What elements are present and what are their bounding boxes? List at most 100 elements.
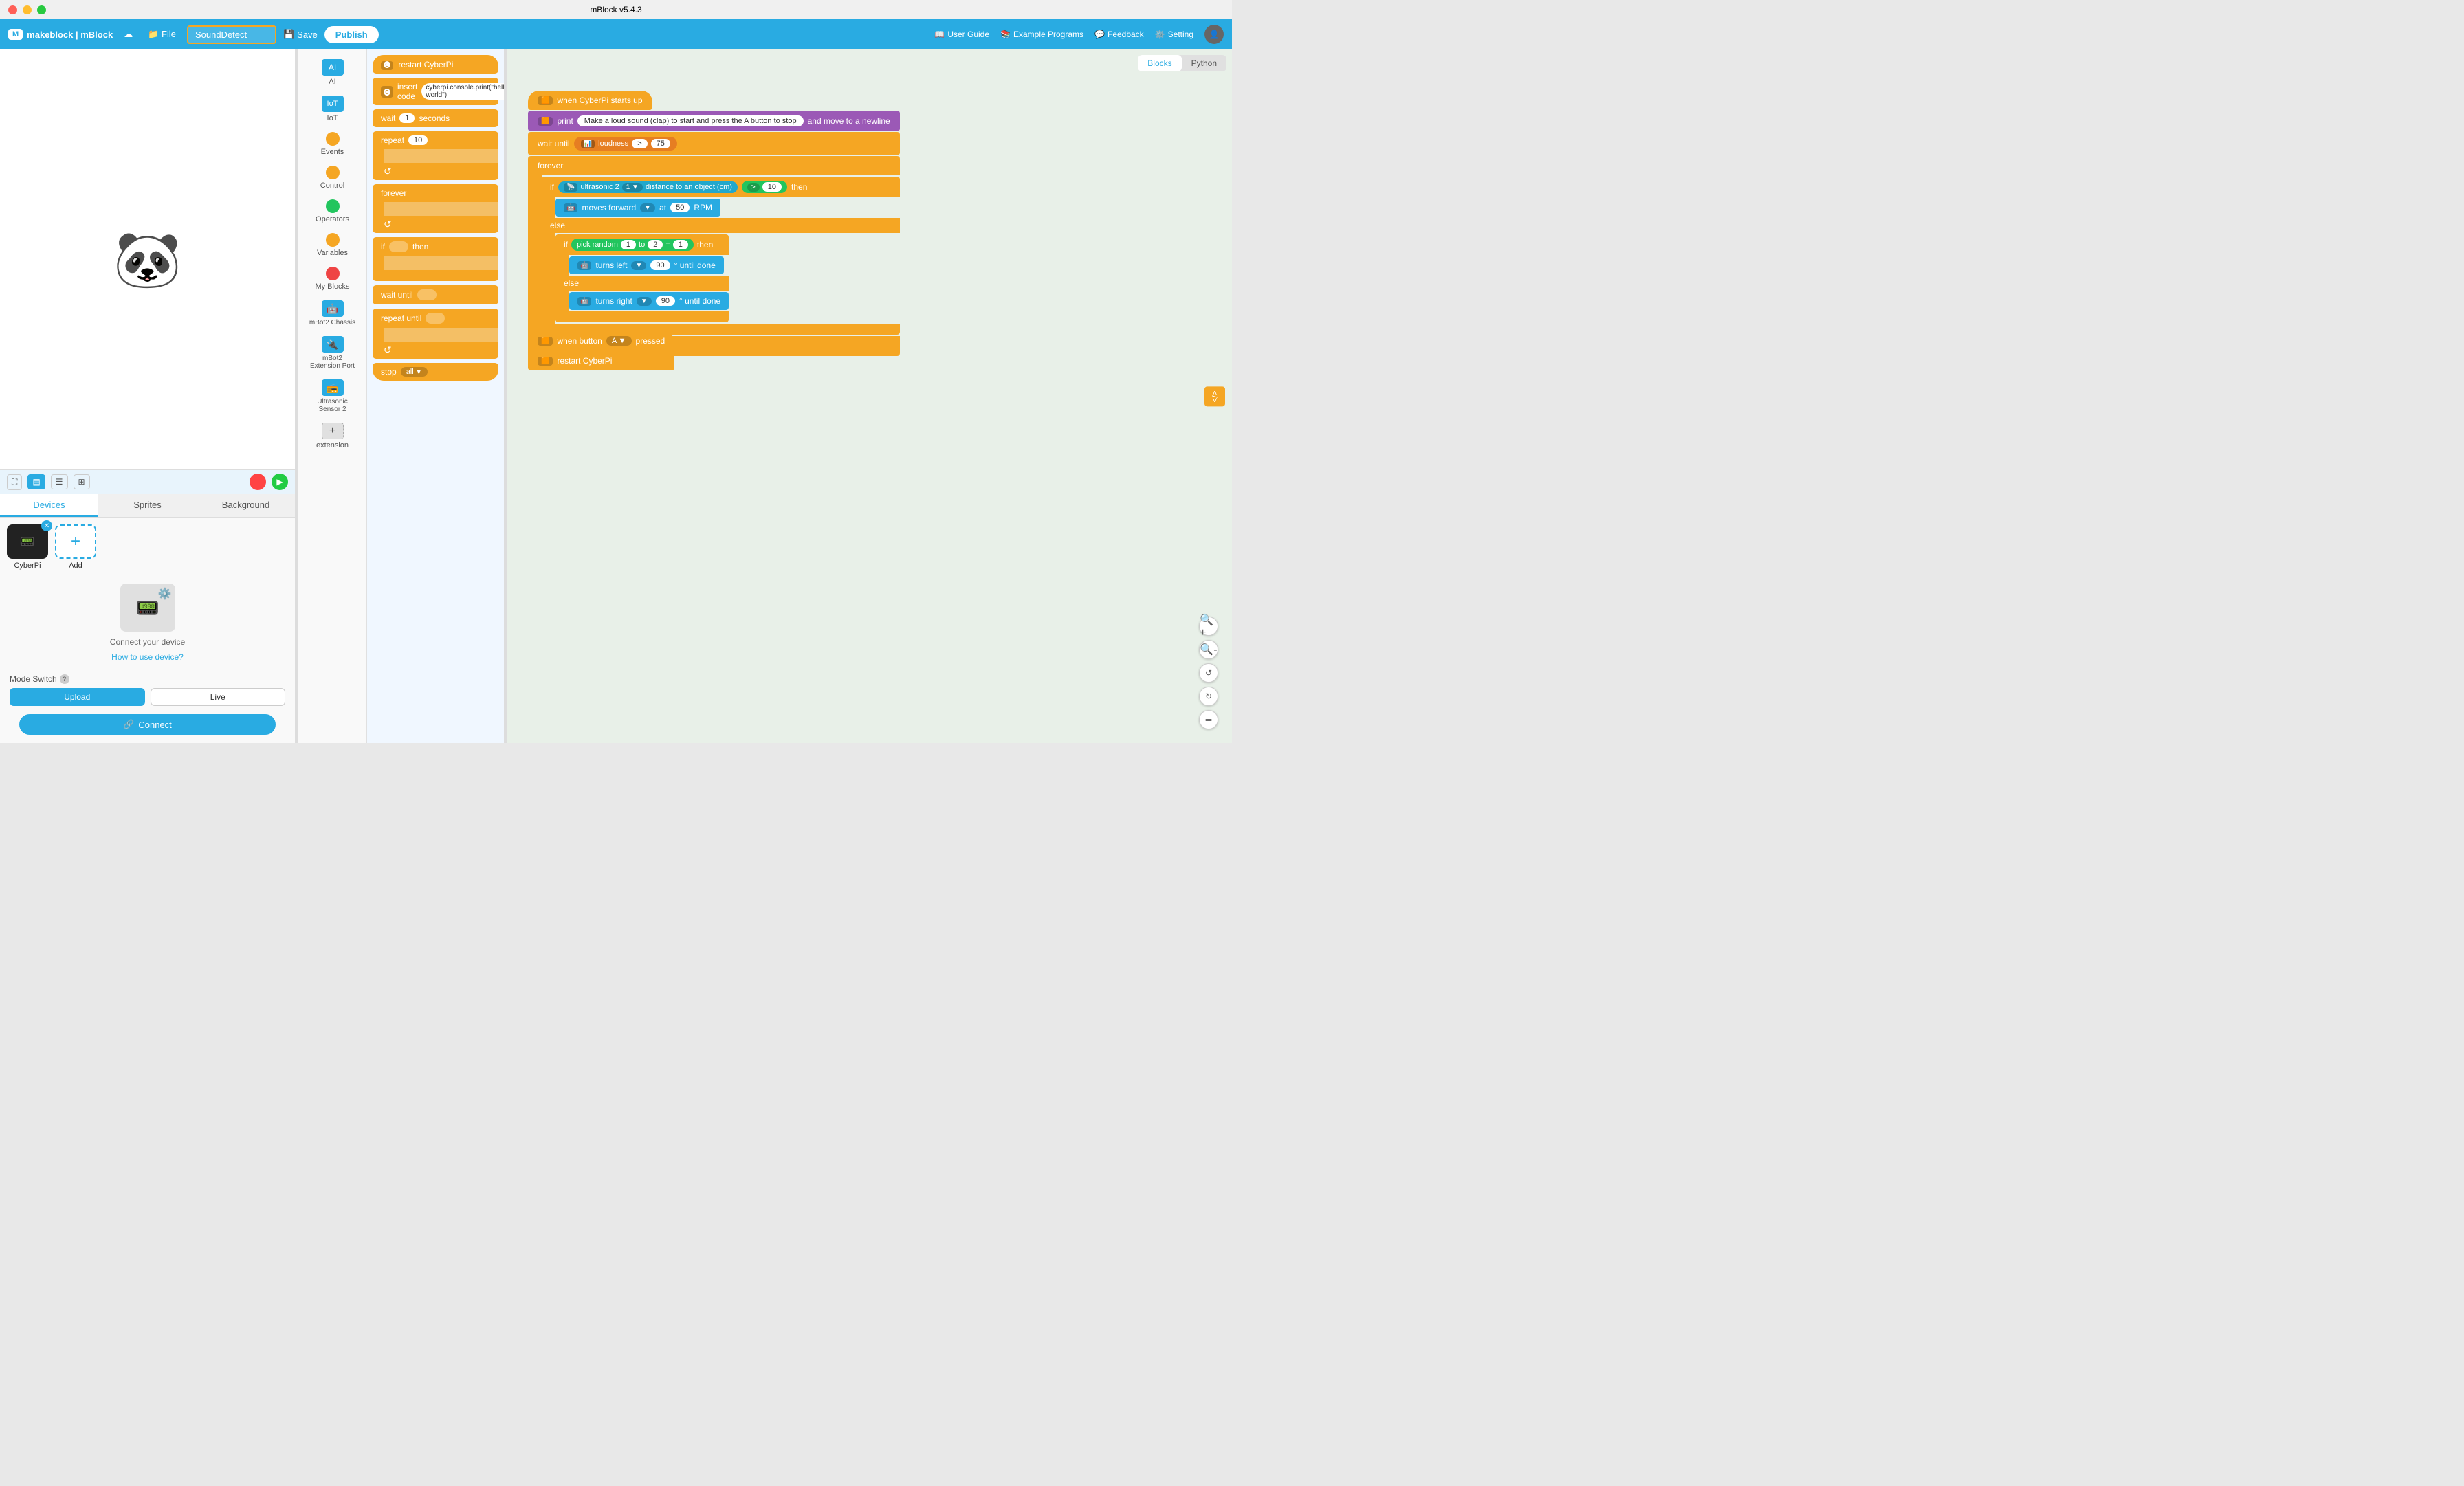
block-turns-right[interactable]: 🤖 turns right ▼ 90 ° until done xyxy=(569,292,729,310)
block-insert-code[interactable]: 🅒 insert code cyberpi.console.print("hel… xyxy=(373,78,498,105)
header-right: 📖 User Guide 📚 Example Programs 💬 Feedba… xyxy=(934,25,1224,44)
cyberpi-device-card: ✕ 📟 CyberPi xyxy=(7,524,48,570)
header: M makeblock | mBlock ☁ 📁 File 💾 Save Pub… xyxy=(0,19,1232,49)
category-mbot2ext[interactable]: 🔌 mBot2 Extension Port xyxy=(302,332,363,374)
tab-devices[interactable]: Devices xyxy=(0,494,98,517)
panda-sprite: 🐼 xyxy=(113,228,182,292)
block-repeat-until[interactable]: repeat until ↺ xyxy=(373,309,498,359)
block-wait-until-loudness[interactable]: wait until 📊 loudness > 75 xyxy=(528,132,900,155)
mode-switch: Mode Switch ? Upload Live xyxy=(0,669,295,711)
block-stop-all[interactable]: stop all ▼ xyxy=(373,363,498,381)
feedback-button[interactable]: 💬 Feedback xyxy=(1094,30,1144,39)
undo-button[interactable]: ↺ xyxy=(1199,663,1218,683)
zoom-controls: 🔍+ 🔍- ↺ ↻ ═ xyxy=(1199,617,1218,729)
grid-view-button[interactable]: ▤ xyxy=(28,474,45,489)
category-myblocks[interactable]: My Blocks xyxy=(302,263,363,295)
setting-button[interactable]: ⚙️ Setting xyxy=(1155,30,1194,39)
stage-panel: 🐼 ⛶ ▤ ☰ ⊞ ▶ Devices Sprites Background ✕… xyxy=(0,49,296,743)
main-layout: 🐼 ⛶ ▤ ☰ ⊞ ▶ Devices Sprites Background ✕… xyxy=(0,49,1232,743)
traffic-lights xyxy=(8,5,46,14)
block-forever-main[interactable]: forever if 📡 ultrasonic 2 xyxy=(528,156,900,356)
remove-device-button[interactable]: ✕ xyxy=(41,520,52,531)
block-when-cyberpi-starts[interactable]: 🟧 when CyberPi starts up xyxy=(528,91,652,110)
fullscreen-button[interactable]: ⛶ xyxy=(7,474,22,490)
stop-button[interactable] xyxy=(250,474,266,490)
add-device-card: + Add xyxy=(55,524,96,570)
add-label: Add xyxy=(69,562,82,570)
category-variables[interactable]: Variables xyxy=(302,229,363,261)
connect-device-label: Connect your device xyxy=(110,637,185,647)
fit-button[interactable]: ═ xyxy=(1199,710,1218,729)
block-restart-cyberpi-2[interactable]: 🟧 restart CyberPi xyxy=(528,351,674,370)
live-mode-button[interactable]: Live xyxy=(151,688,286,706)
brand: M makeblock | mBlock xyxy=(8,29,113,40)
brand-logo: M xyxy=(8,29,23,40)
cyberpi-label: CyberPi xyxy=(14,562,41,570)
tab-background[interactable]: Background xyxy=(197,494,295,517)
connect-button[interactable]: 🔗 Connect xyxy=(19,714,276,735)
mode-buttons: Upload Live xyxy=(10,688,285,706)
user-guide-button[interactable]: 📖 User Guide xyxy=(934,30,989,39)
code-area: Blocks Python 🟧 when CyberPi starts up 🟧… xyxy=(507,49,1232,743)
stage-toolbar: ⛶ ▤ ☰ ⊞ ▶ xyxy=(0,469,295,494)
avatar[interactable]: 👤 xyxy=(1204,25,1224,44)
category-operators[interactable]: Operators xyxy=(302,195,363,228)
tab-sprites[interactable]: Sprites xyxy=(98,494,197,517)
code-stack-1: 🟧 when CyberPi starts up 🟧 print Make a … xyxy=(528,91,900,356)
connect-area: 📟 ⚙️ Connect your device How to use devi… xyxy=(0,577,295,669)
zoom-out-button[interactable]: 🔍- xyxy=(1199,640,1218,659)
categories-panel: AI AI IoT IoT Events Control Operators V… xyxy=(298,49,367,743)
block-restart-cyberpi[interactable]: 🅒 restart CyberPi xyxy=(373,55,498,74)
block-forever[interactable]: forever ↺ xyxy=(373,184,498,233)
category-ai[interactable]: AI AI xyxy=(302,55,363,90)
stage-area: 🐼 xyxy=(0,49,295,469)
add-extension-button[interactable]: + extension xyxy=(302,419,363,454)
save-button[interactable]: 💾 Save xyxy=(283,29,318,40)
block-if-then[interactable]: if then xyxy=(373,237,498,281)
close-button[interactable] xyxy=(8,5,17,14)
category-control[interactable]: Control xyxy=(302,162,363,194)
publish-button[interactable]: Publish xyxy=(324,26,379,43)
block-turns-left[interactable]: 🤖 turns left ▼ 90 ° until done xyxy=(569,256,724,274)
category-iot[interactable]: IoT IoT xyxy=(302,91,363,126)
add-device-button[interactable]: + xyxy=(55,524,96,559)
block-when-button-pressed[interactable]: 🟧 when button A ▼ pressed xyxy=(528,331,674,351)
how-to-use-link[interactable]: How to use device? xyxy=(111,652,184,662)
project-name-input[interactable] xyxy=(187,25,276,44)
cloud-icon-button[interactable]: ☁ xyxy=(120,26,137,43)
file-button[interactable]: 📁 File xyxy=(144,26,180,43)
category-ultrasonic2[interactable]: 📻 Ultrasonic Sensor 2 xyxy=(302,375,363,417)
devices-panel: ✕ 📟 CyberPi + Add xyxy=(0,518,295,577)
list-view-button[interactable]: ☰ xyxy=(51,474,68,489)
category-events[interactable]: Events xyxy=(302,128,363,160)
block-wait-until[interactable]: wait until xyxy=(373,285,498,304)
redo-button[interactable]: ↻ xyxy=(1199,687,1218,706)
code-canvas: 🟧 when CyberPi starts up 🟧 print Make a … xyxy=(521,63,1218,407)
mode-switch-label: Mode Switch ? xyxy=(10,674,285,684)
example-programs-button[interactable]: 📚 Example Programs xyxy=(1000,30,1084,39)
maximize-button[interactable] xyxy=(37,5,46,14)
title-bar: mBlock v5.4.3 xyxy=(0,0,1232,19)
block-moves-forward[interactable]: 🤖 moves forward ▼ at 50 RPM xyxy=(556,199,720,217)
go-button[interactable]: ▶ xyxy=(272,474,288,490)
mode-switch-info[interactable]: ? xyxy=(60,674,69,684)
upload-mode-button[interactable]: Upload xyxy=(10,688,145,706)
zoom-in-button[interactable]: 🔍+ xyxy=(1199,617,1218,636)
blocks-palette: 🅒 restart CyberPi 🅒 insert code cyberpi.… xyxy=(367,49,505,743)
code-expand-button[interactable]: </> xyxy=(1204,386,1225,406)
code-stack-2: 🟧 when button A ▼ pressed 🟧 restart Cybe… xyxy=(528,331,674,370)
tile-view-button[interactable]: ⊞ xyxy=(74,474,90,489)
block-repeat[interactable]: repeat 10 ↺ xyxy=(373,131,498,180)
block-wait-seconds[interactable]: wait 1 seconds xyxy=(373,109,498,127)
minimize-button[interactable] xyxy=(23,5,32,14)
forever-body: if 📡 ultrasonic 2 1 ▼ distance to an obj… xyxy=(528,175,900,336)
cyberpi-icon[interactable]: ✕ 📟 xyxy=(7,524,48,559)
block-if-ultrasonic[interactable]: if 📡 ultrasonic 2 1 ▼ distance to an obj… xyxy=(542,177,900,335)
block-if-random[interactable]: if pick random 1 to 2 = xyxy=(556,234,729,322)
block-print[interactable]: 🟧 print Make a loud sound (clap) to star… xyxy=(528,111,900,131)
code-expand-area: </> xyxy=(1204,386,1225,406)
category-mbot2chassis[interactable]: 🤖 mBot2 Chassis xyxy=(302,296,363,331)
window-title: mBlock v5.4.3 xyxy=(590,5,641,14)
panel-tabs: Devices Sprites Background xyxy=(0,494,295,518)
brand-text: makeblock | mBlock xyxy=(27,30,113,40)
